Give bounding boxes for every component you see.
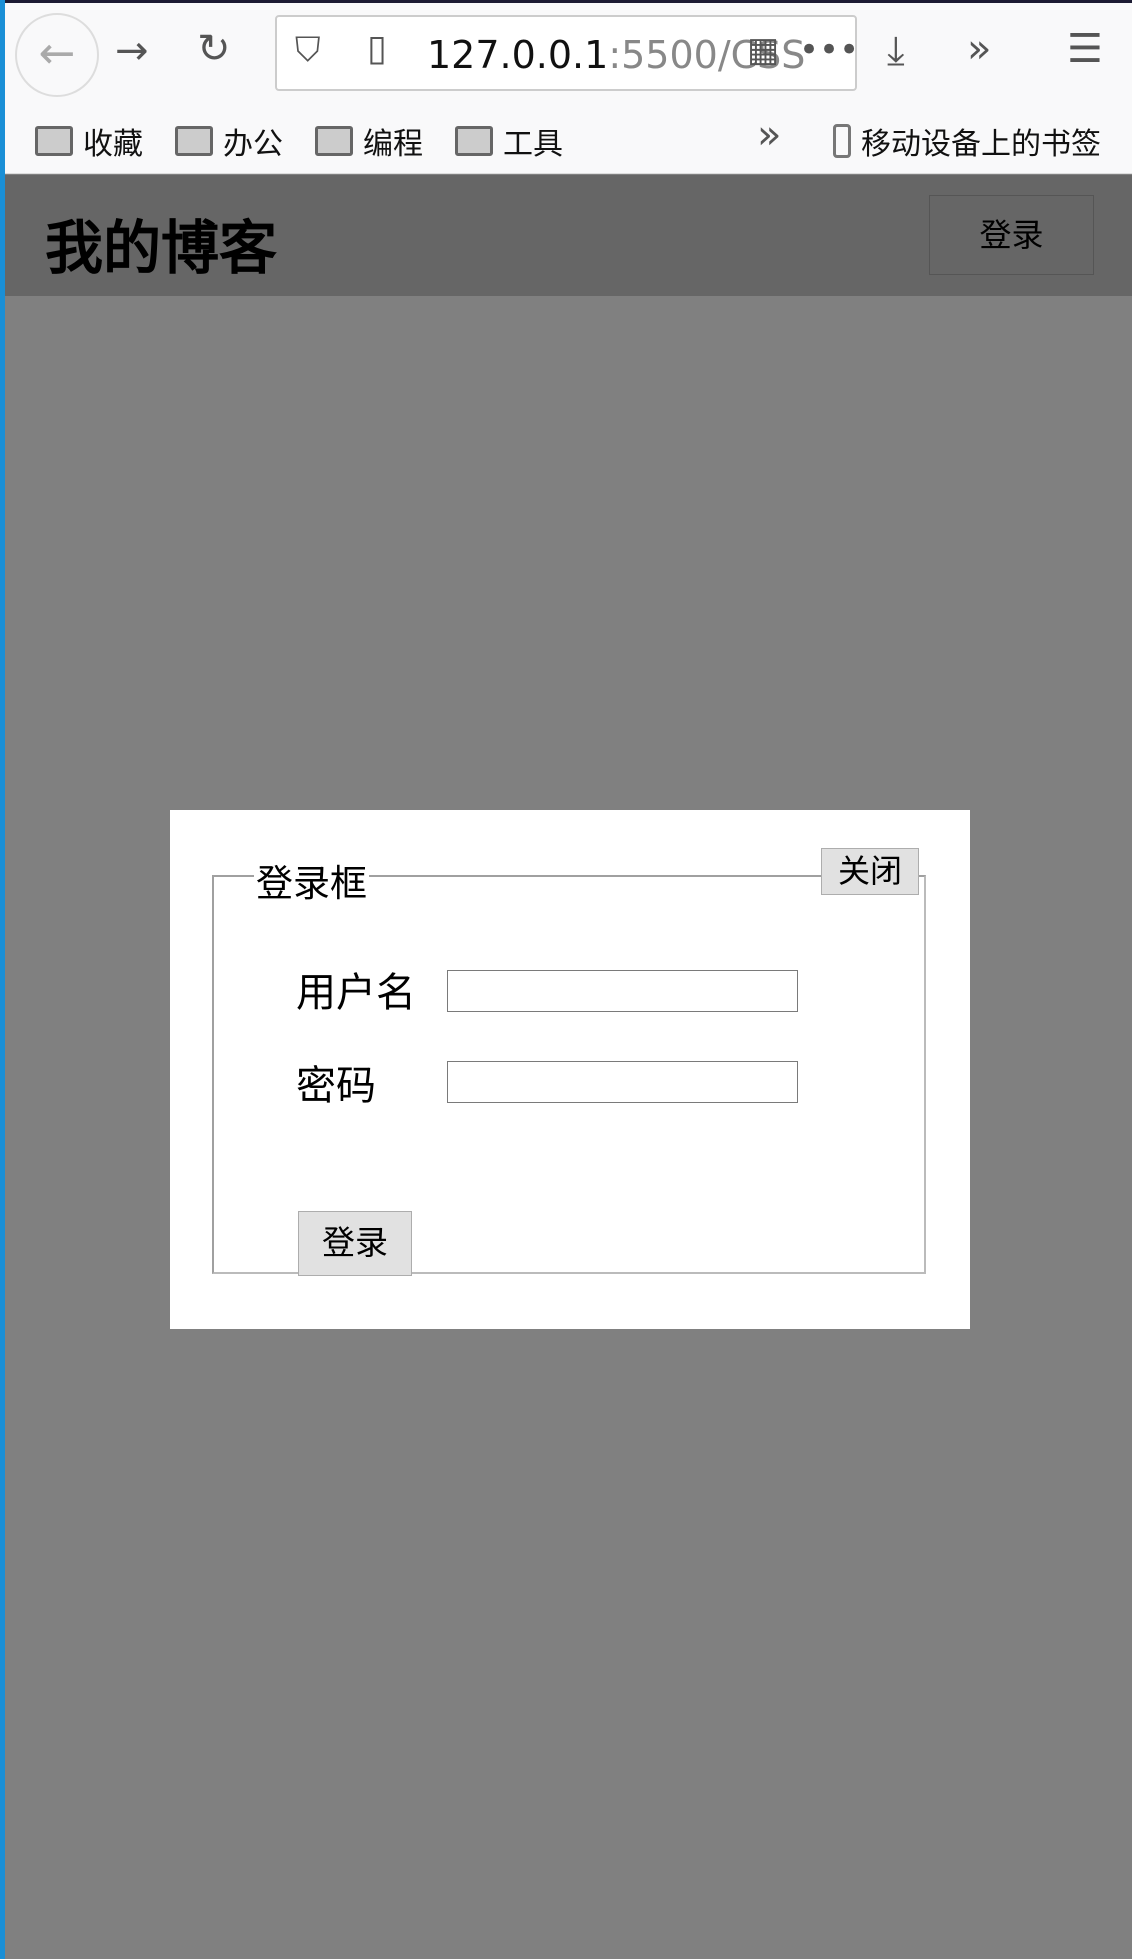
- username-input[interactable]: [447, 970, 798, 1012]
- menu-icon[interactable]: ☰: [1067, 29, 1103, 69]
- overflow-chevron-icon[interactable]: »: [967, 29, 991, 69]
- bookmark-label: 收藏: [83, 127, 143, 162]
- url-host: 127.0.0.1: [427, 33, 609, 77]
- page-icon: ▯: [367, 28, 387, 69]
- password-label: 密码: [296, 1063, 376, 1109]
- back-button[interactable]: ←: [15, 13, 99, 97]
- folder-icon: [175, 126, 213, 156]
- shield-icon[interactable]: ⛉: [295, 33, 321, 67]
- phone-icon: [833, 124, 851, 158]
- browser-chrome: ← → ↻ ⛉ ▯ 127.0.0.1:5500/CSS ▦ ••• ⤓ » ☰…: [5, 3, 1132, 174]
- header-login-button[interactable]: 登录: [929, 195, 1094, 275]
- more-icon[interactable]: •••: [799, 33, 859, 67]
- folder-icon: [315, 126, 353, 156]
- reload-button[interactable]: ↻: [197, 29, 231, 69]
- site-header: 我的博客 登录: [5, 175, 1132, 296]
- login-modal: 登录框 关闭 用户名 密码 登录: [170, 810, 970, 1329]
- bookmark-label: 工具: [503, 127, 563, 162]
- mobile-bookmarks[interactable]: 移动设备上的书签: [833, 119, 1101, 163]
- username-label: 用户名: [296, 970, 416, 1016]
- download-icon[interactable]: ⤓: [887, 31, 905, 71]
- folder-icon: [455, 126, 493, 156]
- submit-login-button[interactable]: 登录: [298, 1211, 412, 1276]
- bookmark-label: 办公: [223, 127, 283, 162]
- forward-button[interactable]: →: [115, 31, 149, 71]
- address-bar[interactable]: ⛉ ▯ 127.0.0.1:5500/CSS ▦ •••: [275, 15, 859, 91]
- bookmark-folder[interactable]: 收藏: [35, 119, 143, 163]
- bookmark-folder[interactable]: 办公: [175, 119, 283, 163]
- qr-code-icon[interactable]: ▦: [747, 33, 779, 67]
- site-title: 我的博客: [45, 214, 278, 282]
- bookmark-folder[interactable]: 编程: [315, 119, 423, 163]
- mobile-bookmarks-label: 移动设备上的书签: [861, 127, 1101, 162]
- bookmark-folder[interactable]: 工具: [455, 119, 563, 163]
- bookmark-label: 编程: [363, 127, 423, 162]
- folder-icon: [35, 126, 73, 156]
- bookmarks-overflow-icon[interactable]: »: [757, 115, 781, 155]
- password-input[interactable]: [447, 1061, 798, 1103]
